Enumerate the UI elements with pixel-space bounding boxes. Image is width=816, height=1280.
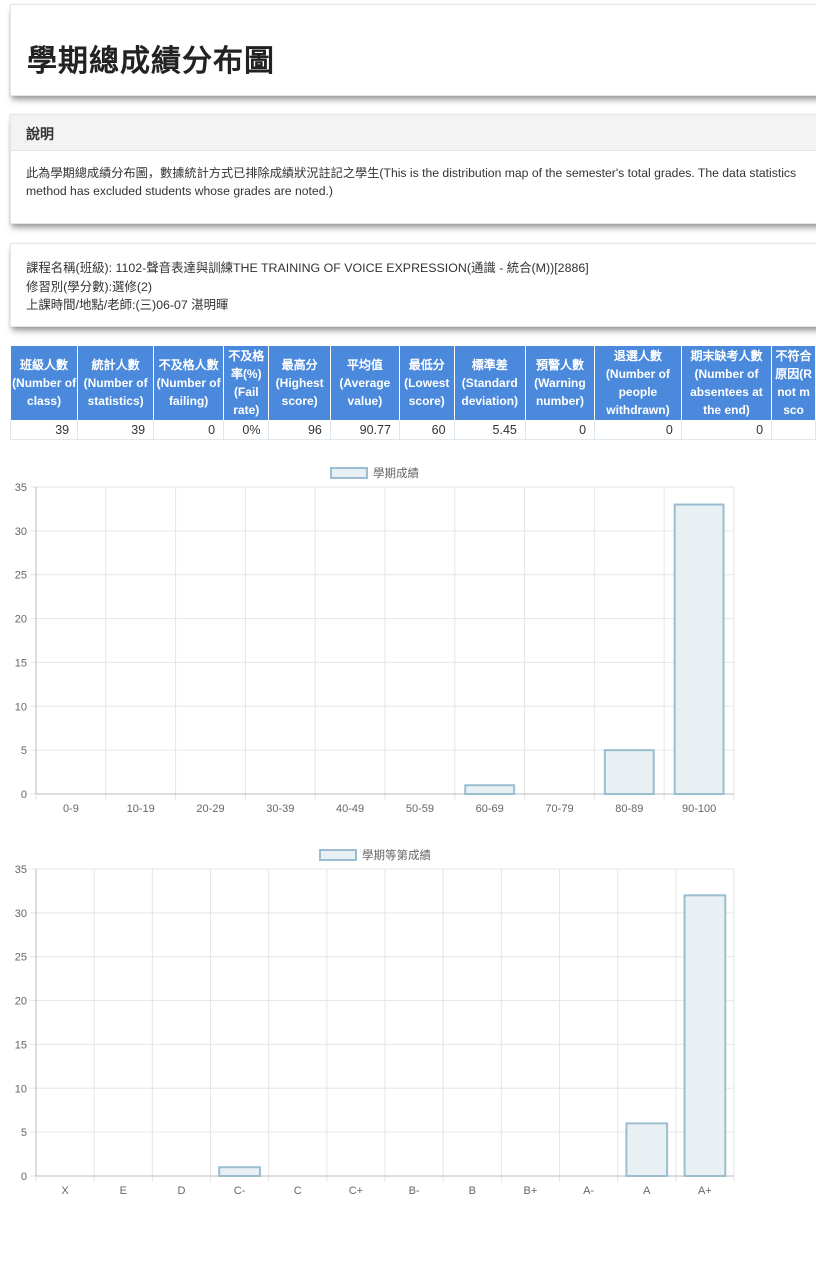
table-header-cell: 不及格率(%) (Fail rate) [223,345,270,421]
x-tick-label: 30-39 [266,803,294,815]
table-header-cell: 統計人數 (Number of statistics) [77,345,155,421]
table-cell: 0 [153,420,225,440]
table-header-cell: 預警人數 (Warning number) [524,345,596,421]
chart-grade-distribution: 0 5 10 15 20 25 30 35 X E D C- C C+ B- B B+ A- A A+ [15,864,735,1197]
table-cell: 0 [680,420,773,440]
table-cell: 39 [77,420,155,440]
x-tick-label: C+ [349,1185,363,1197]
description-body: 此為學期總成績分布圖，數據統計方式已排除成績狀況註記之學生(This is th… [11,151,816,200]
x-tick-label: 70-79 [545,803,573,815]
x-tick-label: E [120,1185,127,1197]
y-tick-label: 35 [15,864,27,876]
x-tick-label: 50-59 [406,803,434,815]
x-tick-label: C [294,1185,302,1197]
y-tick-label: 0 [21,1171,27,1183]
y-tick-label: 15 [15,1039,27,1051]
table-cell: 96 [268,420,331,440]
y-tick-label: 5 [21,1127,27,1139]
y-tick-label: 10 [15,701,27,713]
table-cell: 0 [594,420,682,440]
x-tick-label: B+ [524,1185,538,1197]
table-header-cell: 標準差 (Standard deviation) [453,345,526,421]
x-tick-label: 0-9 [63,803,79,815]
description-card: 說明 此為學期總成績分布圖，數據統計方式已排除成績狀況註記之學生(This is… [10,114,816,224]
y-tick-label: 30 [15,526,27,538]
chart-score-distribution: 0 5 10 15 20 25 30 35 0-9 10-19 20-29 30-39 40-49 50-… [15,482,735,815]
y-tick-label: 10 [15,1083,27,1095]
table-cell [771,420,816,440]
table-header-row: 班級人數 (Number of class) 統計人數 (Number of s… [9,345,816,421]
description-line-1: 此為學期總成績分布圖，數據統計方式已排除成績狀況註記之學生(This is th… [26,166,797,180]
course-type: 修習別(學分數):選修(2) [26,279,152,294]
table-cell: 90.77 [329,420,400,440]
y-tick-label: 35 [15,482,27,494]
x-tick-label: 10-19 [127,803,155,815]
table-header-cell: 平均值 (Average value) [329,345,400,421]
bar [603,749,655,795]
x-tick-label: A+ [698,1185,712,1197]
x-tick-label: A [643,1185,651,1197]
table-header-cell: 最高分 (Highest score) [268,345,331,421]
bar [218,1166,261,1178]
course-schedule: 上課時間/地點/老師:(三)06-07 湛明暉 [26,298,229,312]
statistics-table: 班級人數 (Number of class) 統計人數 (Number of s… [9,345,816,440]
title-card: 學期總成績分布圖 [10,4,816,96]
x-tick-label: X [61,1185,69,1197]
x-tick-label: 90-100 [682,803,716,815]
x-tick-label: C- [234,1185,246,1197]
table-header-cell: 期末缺考人數 (Number of absentees at the end) [680,345,773,421]
table-header-cell: 不及格人數 (Number of failing) [153,345,225,421]
y-tick-label: 20 [15,614,27,626]
table-cell: 39 [9,420,79,440]
course-name: 課程名稱(班級): 1102-聲音表達與訓練THE TRAINING OF VO… [26,261,589,275]
table-row: 39 39 0 0% 96 90.77 60 5.45 0 0 0 [9,420,816,440]
table-cell: 0 [524,420,596,440]
table-cell: 5.45 [453,420,526,440]
description-header: 說明 [11,115,816,151]
x-tick-label: B- [409,1185,420,1197]
bar [683,894,727,1177]
table-header-cell: 班級人數 (Number of class) [9,345,79,421]
y-tick-label: 15 [15,657,27,669]
x-tick-label: D [177,1185,185,1197]
x-tick-label: 40-49 [336,803,364,815]
y-tick-label: 25 [15,952,27,964]
bar [673,503,725,796]
description-line-2: method has excluded students whose grade… [26,184,333,198]
y-tick-label: 0 [21,789,27,801]
table-header-cell: 退選人數 (Number of people withdrawn) [594,345,682,421]
x-tick-label: B [469,1185,476,1197]
table-cell: 0% [223,420,270,440]
bar [464,784,516,796]
bar [625,1122,669,1177]
course-info-card: 課程名稱(班級): 1102-聲音表達與訓練THE TRAINING OF VO… [10,243,816,327]
y-tick-label: 30 [15,908,27,920]
table-cell: 60 [398,420,455,440]
table-header-cell: 最低分 (Lowest score) [398,345,455,421]
x-tick-label: 20-29 [196,803,224,815]
x-tick-label: 60-69 [476,803,504,815]
y-tick-label: 20 [15,996,27,1008]
page-title: 學期總成績分布圖 [27,44,275,79]
table-header-cell: 不符合原因(R not m sco [771,345,816,421]
y-tick-label: 5 [21,745,27,757]
y-tick-label: 25 [15,570,27,582]
x-tick-label: 80-89 [615,803,643,815]
x-tick-label: A- [583,1185,594,1197]
